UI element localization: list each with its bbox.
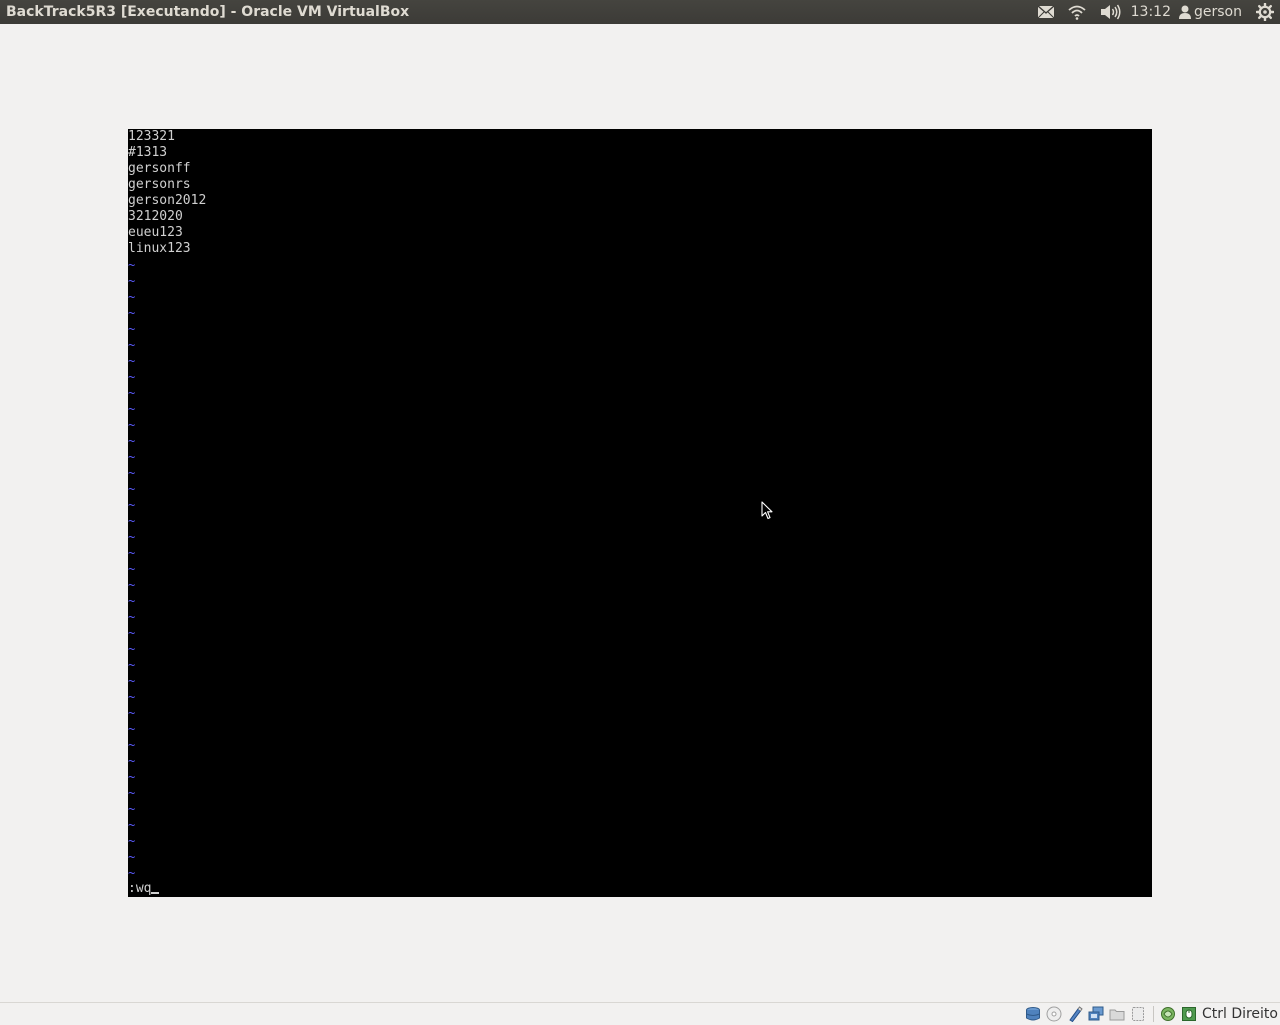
top-panel: BackTrack5R3 [Executando] - Oracle VM Vi… <box>0 0 1280 24</box>
empty-line-marker: ~ <box>128 402 136 416</box>
empty-line-marker: ~ <box>128 562 136 576</box>
empty-line-marker: ~ <box>128 674 136 688</box>
video-capture-icon[interactable] <box>1129 1005 1147 1023</box>
empty-line-marker: ~ <box>128 722 136 736</box>
empty-line-marker: ~ <box>128 626 136 640</box>
window-title: BackTrack5R3 [Executando] - Oracle VM Vi… <box>6 4 410 20</box>
text-line: 3212020 <box>128 209 183 224</box>
usb-icon[interactable] <box>1066 1005 1084 1023</box>
empty-line-marker: ~ <box>128 274 136 288</box>
host-key-label: Ctrl Direito <box>1201 1006 1278 1022</box>
empty-line-marker: ~ <box>128 546 136 560</box>
empty-line-marker: ~ <box>128 354 136 368</box>
text-line: linux123 <box>128 241 191 256</box>
empty-line-marker: ~ <box>128 690 136 704</box>
command-text: :wq <box>128 881 152 896</box>
mouse-integration-icon[interactable] <box>1180 1005 1198 1023</box>
empty-line-marker: ~ <box>128 418 136 432</box>
empty-line-marker: ~ <box>128 818 136 832</box>
user-name: gerson <box>1194 4 1242 20</box>
clock[interactable]: 13:12 <box>1127 0 1175 24</box>
indicator-area: 13:12 gerson <box>1031 0 1280 24</box>
shared-folder-icon[interactable] <box>1108 1005 1126 1023</box>
empty-line-marker: ~ <box>128 290 136 304</box>
empty-line-marker: ~ <box>128 482 136 496</box>
empty-line-marker: ~ <box>128 786 136 800</box>
mail-icon[interactable] <box>1031 0 1061 24</box>
volume-icon[interactable] <box>1093 0 1127 24</box>
empty-line-marker: ~ <box>128 466 136 480</box>
empty-line-marker: ~ <box>128 754 136 768</box>
virtualization-icon[interactable] <box>1159 1005 1177 1023</box>
empty-line-marker: ~ <box>128 530 136 544</box>
gear-icon[interactable] <box>1250 0 1280 24</box>
empty-line-marker: ~ <box>128 322 136 336</box>
empty-line-marker: ~ <box>128 370 136 384</box>
empty-line-marker: ~ <box>128 306 136 320</box>
optical-disk-icon[interactable] <box>1045 1005 1063 1023</box>
empty-line-marker: ~ <box>128 850 136 864</box>
empty-line-marker: ~ <box>128 770 136 784</box>
empty-line-marker: ~ <box>128 386 136 400</box>
empty-line-marker: ~ <box>128 258 136 272</box>
empty-line-marker: ~ <box>128 450 136 464</box>
command-line[interactable]: :wq <box>128 881 160 897</box>
hard-disk-icon[interactable] <box>1024 1005 1042 1023</box>
status-icons: Ctrl Direito <box>1023 1003 1280 1025</box>
empty-line-marker: ~ <box>128 434 136 448</box>
empty-line-marker: ~ <box>128 658 136 672</box>
empty-line-marker: ~ <box>128 514 136 528</box>
text-line: gerson2012 <box>128 193 207 208</box>
empty-line-marker: ~ <box>128 866 136 880</box>
empty-line-marker: ~ <box>128 738 136 752</box>
empty-line-marker: ~ <box>128 594 136 608</box>
vm-display[interactable]: 123321 #1313 gersonff gersonrs gerson201… <box>128 129 1152 897</box>
mouse-pointer-icon <box>761 501 773 524</box>
empty-line-marker: ~ <box>128 802 136 816</box>
user-icon <box>1179 5 1191 19</box>
network-icon[interactable] <box>1087 1005 1105 1023</box>
text-line: gersonff <box>128 161 191 176</box>
separator <box>1152 1006 1154 1022</box>
empty-line-marker: ~ <box>128 338 136 352</box>
text-line: #1313 <box>128 145 168 160</box>
user-menu[interactable]: gerson <box>1175 0 1250 24</box>
empty-line-marker: ~ <box>128 834 136 848</box>
empty-line-marker: ~ <box>128 706 136 720</box>
text-line: eueu123 <box>128 225 183 240</box>
empty-line-marker: ~ <box>128 498 136 512</box>
status-bar: Ctrl Direito <box>0 1002 1280 1025</box>
empty-line-marker: ~ <box>128 578 136 592</box>
empty-line-marker: ~ <box>128 610 136 624</box>
text-line: gersonrs <box>128 177 191 192</box>
text-line: 123321 <box>128 129 175 144</box>
wifi-icon[interactable] <box>1061 0 1093 24</box>
text-cursor <box>151 892 160 894</box>
empty-line-marker: ~ <box>128 642 136 656</box>
